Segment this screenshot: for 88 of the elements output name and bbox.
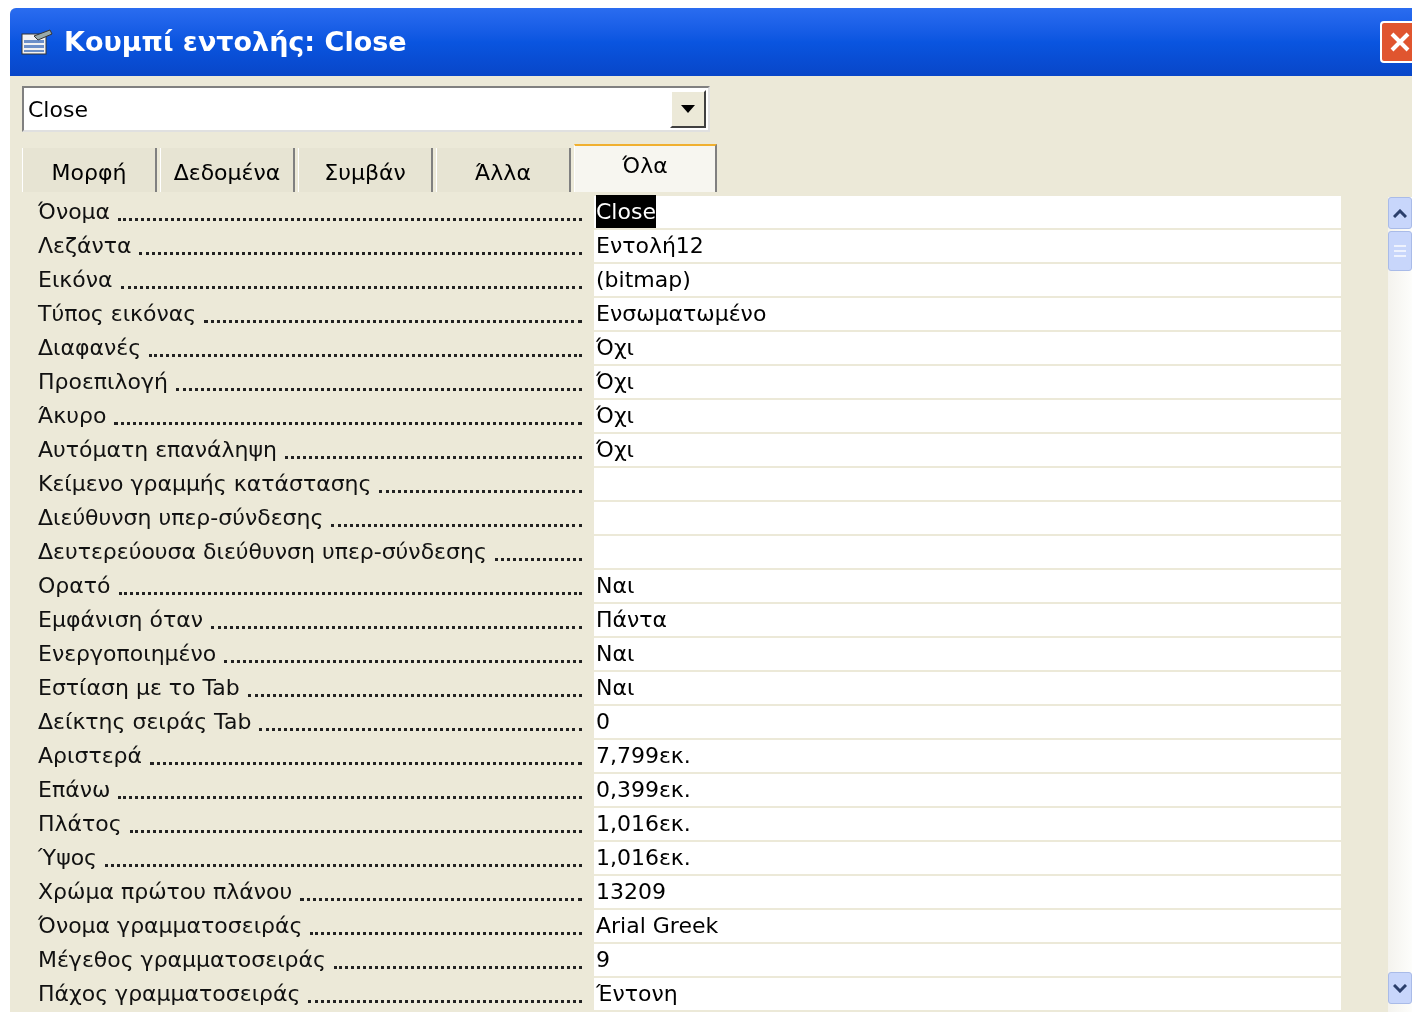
scroll-down-button[interactable]	[1388, 972, 1412, 1004]
chevron-down-icon	[1393, 983, 1407, 993]
property-value-cell[interactable]: 1,016εκ.	[594, 841, 1341, 875]
property-value: 13209	[596, 878, 666, 906]
property-value-cell[interactable]	[594, 535, 1341, 569]
property-value: Ναι	[596, 674, 635, 702]
property-value-cell[interactable]: Όχι	[594, 365, 1341, 399]
property-label: Εστίαση με το Tab	[38, 675, 240, 701]
object-dropdown[interactable]: Close	[22, 86, 710, 132]
property-label: Όνομα γραμματοσειράς	[38, 913, 303, 939]
property-label: Κείμενο γραμμής κατάστασης	[38, 471, 372, 497]
property-label: Εμφάνιση όταν	[38, 607, 204, 633]
property-label: Αυτόματη επανάληψη	[38, 437, 277, 463]
property-value: (bitmap)	[596, 266, 691, 294]
property-value: Όχι	[596, 402, 635, 430]
property-value-cell[interactable]: 0,399εκ.	[594, 773, 1341, 807]
property-value: 0	[596, 708, 610, 736]
scroll-thumb[interactable]	[1388, 231, 1412, 271]
property-label: Εικόνα	[38, 267, 113, 293]
property-label: Επάνω	[38, 777, 111, 803]
property-label: Διεύθυνση υπερ-σύνδεσης	[38, 505, 324, 531]
property-value: Close	[596, 195, 656, 228]
tab[interactable]: Μορφή	[22, 148, 157, 192]
property-label: Δείκτης σειράς Tab	[38, 709, 252, 735]
tab[interactable]: Συμβάν	[298, 148, 433, 192]
property-label: Ενεργοποιημένο	[38, 641, 217, 667]
dropdown-arrow-button[interactable]	[670, 90, 706, 128]
caret-icon	[681, 105, 695, 113]
property-value-cell[interactable]: Ναι	[594, 637, 1341, 671]
property-value: 0,399εκ.	[596, 776, 691, 804]
property-value-cell[interactable]: Ενσωματωμένο	[594, 297, 1341, 331]
vertical-scrollbar[interactable]	[1388, 197, 1412, 1012]
property-value: 9	[596, 946, 610, 974]
close-button[interactable]	[1380, 21, 1412, 63]
property-value-cell[interactable]	[594, 501, 1341, 535]
property-value-cell[interactable]: Ναι	[594, 569, 1341, 603]
property-value-cell[interactable]	[594, 467, 1341, 501]
tab[interactable]: Άλλα	[436, 148, 571, 192]
property-value: Ναι	[596, 640, 635, 668]
property-value-cell[interactable]: Ναι	[594, 671, 1341, 705]
property-label: Τύπος εικόνας	[38, 301, 197, 327]
property-value: Πάντα	[596, 606, 668, 634]
property-label: Αριστερά	[38, 743, 142, 769]
property-label: Πάχος γραμματοσειράς	[38, 981, 301, 1007]
property-value-cell[interactable]: 1,016εκ.	[594, 807, 1341, 841]
property-label: Άκυρο	[38, 403, 107, 429]
chevron-up-icon	[1393, 208, 1407, 218]
property-value: Arial Greek	[596, 912, 719, 940]
window-title: Κουμπί εντολής: Close	[64, 24, 407, 59]
property-label: Προεπιλογή	[38, 369, 168, 395]
property-value-cell[interactable]: 0	[594, 705, 1341, 739]
tab[interactable]: Όλα	[574, 144, 717, 192]
property-value: Εντολή12	[596, 232, 704, 260]
dropdown-value: Close	[27, 95, 89, 124]
property-label: Ορατό	[38, 573, 111, 599]
property-value-cell[interactable]: Εντολή12	[594, 229, 1341, 263]
property-value-cell[interactable]: 9	[594, 943, 1341, 977]
property-label: Ύψος	[38, 845, 98, 871]
tab[interactable]: Δεδομένα	[160, 148, 295, 192]
property-value: Ενσωματωμένο	[596, 300, 767, 328]
property-value-cell[interactable]: 7,799εκ.	[594, 739, 1341, 773]
property-value-cell[interactable]: Όχι	[594, 399, 1341, 433]
property-value-cell[interactable]: Πάντα	[594, 603, 1341, 637]
scroll-up-button[interactable]	[1388, 197, 1412, 229]
property-value-cell[interactable]: Arial Greek	[594, 909, 1341, 943]
property-label: Δευτερεύουσα διεύθυνση υπερ-σύνδεσης	[38, 539, 487, 565]
property-value: Όχι	[596, 436, 635, 464]
property-label: Χρώμα πρώτου πλάνου	[38, 879, 293, 905]
property-value-cell[interactable]: Έντονη	[594, 977, 1341, 1011]
property-value-cell[interactable]: 13209	[594, 875, 1341, 909]
property-label: Διαφανές	[38, 335, 142, 361]
property-label: Μέγεθος γραμματοσειράς	[38, 947, 326, 973]
property-value-cell[interactable]: Όχι	[594, 433, 1341, 467]
property-value-cell[interactable]: Όχι	[594, 331, 1341, 365]
property-value-cell[interactable]: Close	[594, 195, 1341, 229]
property-label: Όνομα	[38, 199, 111, 225]
property-value: Όχι	[596, 368, 635, 396]
property-value: 1,016εκ.	[596, 844, 691, 872]
property-value: 7,799εκ.	[596, 742, 691, 770]
property-value: Ναι	[596, 572, 635, 600]
property-value: Όχι	[596, 334, 635, 362]
property-value: 1,016εκ.	[596, 810, 691, 838]
property-value-cell[interactable]: (bitmap)	[594, 263, 1341, 297]
property-label: Λεζάντα	[38, 233, 132, 259]
close-icon	[1389, 31, 1411, 53]
property-label: Πλάτος	[38, 811, 122, 837]
property-value: Έντονη	[596, 980, 678, 1008]
property-sheet-icon	[20, 28, 54, 56]
